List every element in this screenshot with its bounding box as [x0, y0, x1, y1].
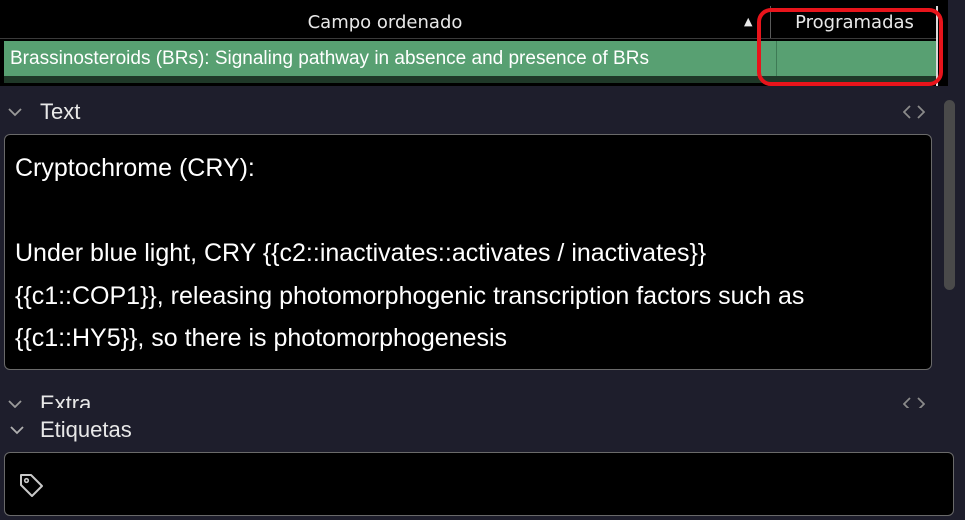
- editor-line: {{c1::HY5}}, so there is photomorphogene…: [15, 324, 507, 352]
- editor-scrollbar-thumb[interactable]: [944, 100, 955, 290]
- html-editor-toggle-extra[interactable]: [902, 392, 926, 408]
- chevron-down-icon: [8, 399, 22, 408]
- collapse-tags[interactable]: [0, 414, 34, 446]
- browser-window: Campo ordenado ▲ Programadas Brassinoste…: [0, 0, 965, 520]
- code-brackets-icon: [903, 397, 925, 408]
- column-header-sort-field[interactable]: Campo ordenado: [0, 6, 770, 38]
- field-header-text: Text: [0, 96, 930, 128]
- field-header-extra: Extra: [0, 388, 930, 408]
- sort-field-cell: Brassinosteroids (BRs): Signaling pathwa…: [10, 47, 649, 69]
- tags-input[interactable]: [4, 452, 954, 516]
- sort-up-arrow-icon: ▲: [744, 15, 753, 28]
- field-label-extra: Extra: [40, 391, 92, 408]
- tags-header: Etiquetas: [0, 414, 960, 446]
- editor-line: Cryptochrome (CRY):: [15, 154, 255, 182]
- code-brackets-icon: [903, 105, 925, 119]
- column-header-sort-field-label: Campo ordenado: [307, 11, 463, 33]
- editor-line: {{c1::COP1}}, releasing photomorphogenic…: [15, 281, 805, 310]
- field-label-text: Text: [40, 99, 81, 124]
- chevron-down-icon: [8, 107, 22, 116]
- editor-line-blank: [15, 190, 921, 233]
- collapse-text-field[interactable]: [0, 96, 30, 128]
- chevron-down-icon: [10, 425, 24, 434]
- collapse-extra-field[interactable]: [0, 388, 30, 408]
- field-header-extra-clip: Extra: [0, 386, 930, 408]
- editor-line: Under blue light, CRY {{c2::inactivates:…: [15, 239, 707, 267]
- tags-label: Etiquetas: [40, 417, 132, 442]
- html-editor-toggle-text[interactable]: [902, 100, 926, 124]
- text-field-editor[interactable]: Cryptochrome (CRY): Under blue light, CR…: [4, 134, 932, 370]
- tag-icon: [20, 474, 43, 497]
- highlight-annotation: [757, 8, 943, 86]
